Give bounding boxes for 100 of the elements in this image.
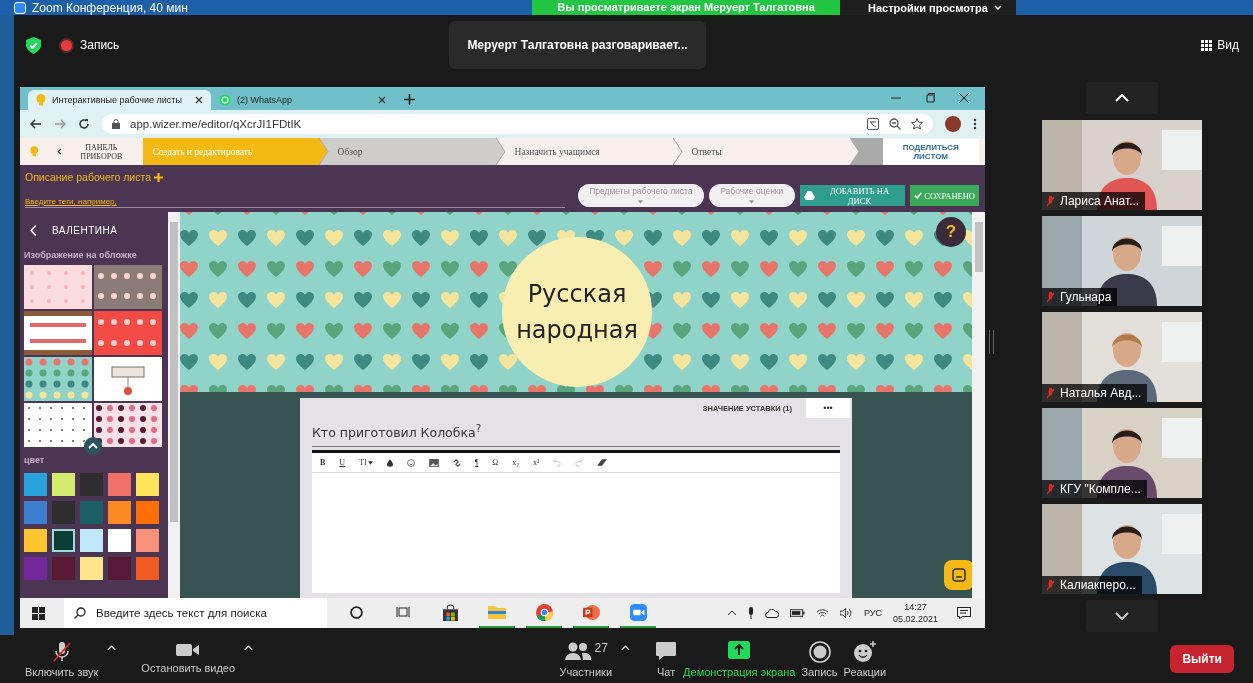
leave-button[interactable]: Выйти: [1170, 645, 1234, 673]
wifi-icon[interactable]: [815, 608, 829, 618]
forward-icon[interactable]: [54, 118, 66, 130]
translate-icon[interactable]: [867, 118, 879, 130]
color-swatch[interactable]: [136, 557, 159, 580]
format-button[interactable]: B: [320, 458, 326, 468]
color-swatch[interactable]: [52, 557, 75, 580]
step-tab[interactable]: Обзор: [319, 138, 505, 165]
more-button[interactable]: •••: [806, 398, 850, 418]
color-swatch[interactable]: [24, 529, 47, 552]
color-swatch[interactable]: [80, 529, 103, 552]
caret-icon: [993, 5, 1002, 10]
question-text[interactable]: Кто приготовил Колобка$^{?}$: [312, 418, 840, 448]
image-icon[interactable]: [428, 458, 439, 467]
star-icon[interactable]: [911, 118, 923, 130]
dashboard-link[interactable]: ПАНЕЛЬ ПРИБОРОВ: [50, 141, 143, 162]
toolbar-button[interactable]: 27 Участники: [556, 640, 616, 678]
close-icon[interactable]: [195, 96, 203, 104]
color-swatch[interactable]: [108, 529, 131, 552]
color-swatch[interactable]: [24, 473, 47, 496]
view-options-button[interactable]: Настройки просмотра: [840, 0, 1016, 15]
link-icon[interactable]: [452, 458, 461, 467]
cover-thumbnail[interactable]: [94, 403, 162, 447]
profile-avatar[interactable]: [945, 116, 961, 132]
toolbar-button[interactable]: Демонстрация экрана: [680, 640, 799, 678]
share-button[interactable]: ПОДЕЛИТЬСЯ ЛИСТОМ: [882, 138, 979, 165]
close-icon[interactable]: [378, 96, 386, 104]
color-swatch[interactable]: [52, 501, 75, 524]
clock-date[interactable]: 05.02.2021: [892, 613, 938, 625]
close-icon[interactable]: [959, 93, 969, 103]
format-button[interactable]: Ω: [492, 458, 499, 468]
new-tab-icon[interactable]: [404, 94, 415, 105]
cover-thumbnail[interactable]: [24, 357, 92, 401]
cover-thumbnail[interactable]: [24, 403, 92, 447]
toolbar-button[interactable]: Чат: [652, 640, 681, 678]
browser-tab[interactable]: Интерактивные рабочие листы: [28, 90, 211, 110]
format-button[interactable]: ¶: [474, 458, 479, 468]
cover-thumbnail[interactable]: [24, 265, 92, 309]
clock-time[interactable]: 14:27: [904, 601, 927, 613]
font-size-button[interactable]: TI: [359, 458, 373, 468]
plus-icon: [154, 172, 163, 182]
tray-chevron-icon[interactable]: [726, 610, 737, 616]
format-button[interactable]: U: [339, 458, 346, 468]
zoom-out-icon[interactable]: [889, 118, 901, 130]
answer-editor[interactable]: B U TI ¶ Ω x₂ x²: [312, 450, 840, 594]
splitter-handle[interactable]: [989, 330, 994, 354]
color-swatch[interactable]: [52, 473, 75, 496]
color-swatch[interactable]: [24, 557, 47, 580]
chat-button[interactable]: [944, 560, 974, 590]
color-swatch[interactable]: [136, 473, 159, 496]
cover-thumbnail[interactable]: [94, 265, 162, 309]
section-heading: Изображение на обложке: [24, 250, 138, 260]
address-field[interactable]: app.wizer.me/editor/qXcrJI1FDtIK: [102, 114, 933, 134]
scrollbar[interactable]: [170, 222, 178, 522]
cover-thumbnail[interactable]: [94, 311, 162, 355]
language-indicator[interactable]: РУС: [863, 608, 882, 618]
more-icon[interactable]: [973, 118, 977, 130]
caret-icon[interactable]: [107, 644, 117, 651]
color-swatch[interactable]: [108, 501, 131, 524]
format-button[interactable]: x²: [533, 458, 540, 468]
smiley-icon[interactable]: [406, 458, 415, 467]
toolbar-button[interactable]: Включить звук: [22, 640, 102, 678]
speaker-icon[interactable]: [839, 608, 853, 618]
toolbar-button[interactable]: Запись: [798, 640, 841, 678]
shield-icon[interactable]: [26, 36, 41, 54]
cover-thumbnail[interactable]: [94, 357, 162, 401]
cloud-icon[interactable]: [764, 608, 779, 618]
collapse-icon[interactable]: [84, 437, 102, 455]
caret-icon[interactable]: [621, 644, 631, 651]
color-swatch[interactable]: [80, 557, 103, 580]
reload-icon[interactable]: [78, 118, 90, 130]
windows-start-icon[interactable]: [32, 606, 45, 620]
battery-icon[interactable]: [789, 609, 805, 617]
drop-icon[interactable]: [386, 458, 393, 467]
scrollbar[interactable]: [975, 222, 983, 272]
taskbar-search-field[interactable]: Введите здесь текст для поиска: [64, 598, 327, 628]
color-swatch[interactable]: [80, 473, 103, 496]
caret-icon[interactable]: [244, 644, 254, 651]
toolbar-button[interactable]: Реакции: [840, 640, 890, 678]
color-swatch[interactable]: [108, 557, 131, 580]
description-link[interactable]: Описание рабочего листа: [25, 171, 979, 183]
color-swatch[interactable]: [24, 501, 47, 524]
eraser-icon[interactable]: [597, 459, 608, 467]
tags-field[interactable]: Введите теги, например,: [25, 193, 565, 208]
step-tab[interactable]: Ответы: [673, 138, 859, 165]
color-swatch[interactable]: [136, 529, 159, 552]
color-swatch[interactable]: [108, 473, 131, 496]
toolbar-button[interactable]: Остановить видео: [138, 640, 239, 674]
browser-tab[interactable]: (2) WhatsApp: [211, 90, 394, 110]
color-swatch[interactable]: [136, 501, 159, 524]
restore-icon[interactable]: [925, 93, 935, 103]
step-tab[interactable]: Назначить учащимся: [496, 138, 682, 165]
back-icon[interactable]: [30, 118, 42, 130]
back-button[interactable]: ВАЛЕНТИНА: [24, 212, 124, 248]
cover-thumbnail[interactable]: [24, 311, 92, 355]
color-swatch[interactable]: [52, 529, 75, 552]
color-swatch[interactable]: [80, 501, 103, 524]
view-button[interactable]: Вид: [1195, 37, 1245, 53]
format-button[interactable]: x₂: [512, 458, 520, 468]
notification-icon[interactable]: [957, 607, 971, 619]
